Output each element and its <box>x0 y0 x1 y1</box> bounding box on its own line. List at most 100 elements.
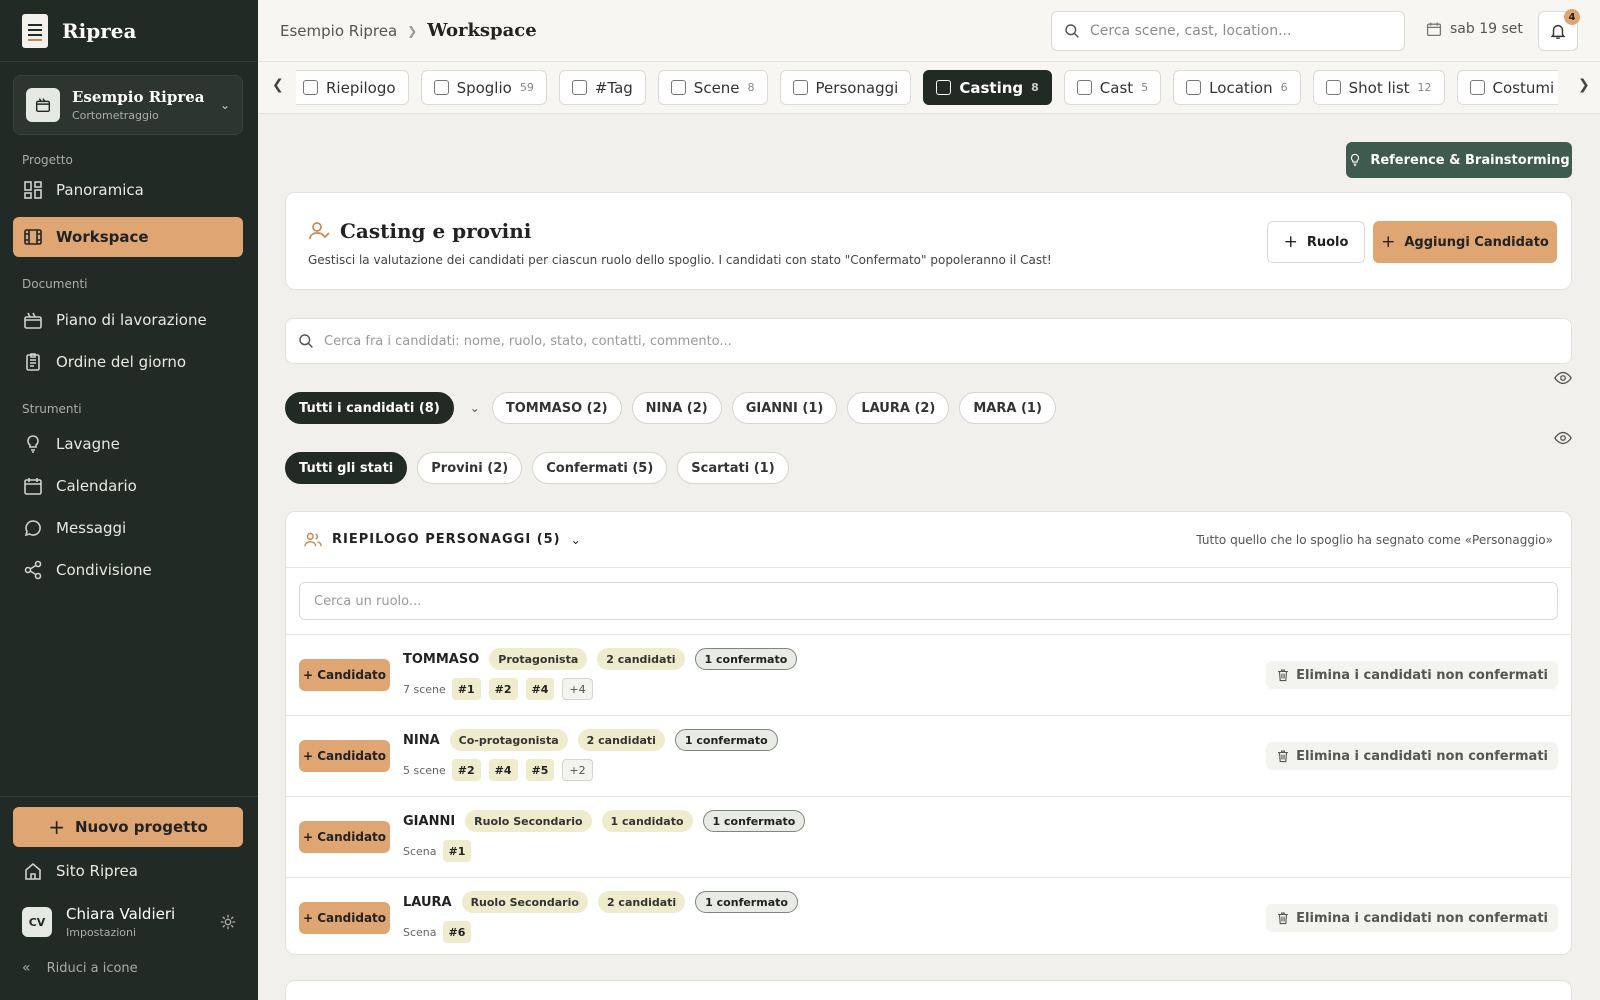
delete-unconfirmed-button[interactable]: Elimina i candidati non confermati <box>1266 742 1558 770</box>
chevron-right-icon[interactable]: ❯ <box>1578 77 1590 93</box>
status-filter-chip[interactable]: Provini (2) <box>417 452 523 484</box>
tab-scene[interactable]: Scene 8 <box>657 70 768 105</box>
role-filter-chip[interactable]: TOMMASO (2) <box>491 392 622 424</box>
tab-tag[interactable]: #Tag <box>558 70 646 105</box>
role-filter-chip[interactable]: LAURA (2) <box>847 392 950 424</box>
search-input[interactable] <box>1090 23 1380 39</box>
sidebar-item-workspace[interactable]: Workspace <box>13 217 243 257</box>
clapperboard-icon <box>26 88 60 122</box>
tab-count: 5 <box>1141 81 1149 94</box>
status-filter-chip[interactable]: Tutti gli stati <box>285 452 408 484</box>
role-row: + Candidato LAURA Ruolo Secondario 2 candid… <box>286 877 1571 954</box>
tab-spoglio[interactable]: Spoglio 59 <box>420 70 547 105</box>
summary-header[interactable]: RIEPILOGO PERSONAGGI (5) ⌄ Tutto quello … <box>286 512 1571 568</box>
date-text: sab 19 set <box>1450 21 1523 37</box>
add-role-button[interactable]: + Ruolo <box>1267 221 1365 263</box>
eye-icon[interactable] <box>1554 369 1572 387</box>
role-filter-chip[interactable]: MARA (1) <box>959 392 1056 424</box>
cast-icon <box>1076 80 1092 95</box>
tab-label: Casting <box>959 78 1024 97</box>
scene-tag[interactable]: #2 <box>488 678 518 700</box>
tab-casting[interactable]: Casting 8 <box>923 70 1052 105</box>
sidebar-item-label: Condivisione <box>56 561 152 579</box>
sidebar-item-panoramica[interactable]: Panoramica <box>13 170 243 210</box>
reference-brainstorming-button[interactable]: Reference & Brainstorming <box>1346 142 1572 178</box>
eye-icon[interactable] <box>1554 429 1572 447</box>
calendar-icon <box>1426 22 1442 37</box>
notifications-button[interactable]: 4 <box>1538 9 1580 51</box>
add-candidate-to-role-button[interactable]: + Candidato <box>299 740 390 772</box>
tab-cast[interactable]: Cast 5 <box>1063 70 1162 105</box>
sidebar-item-messaggi[interactable]: Messaggi <box>13 508 243 548</box>
delete-unconfirmed-button[interactable]: Elimina i candidati non confermati <box>1266 904 1558 932</box>
scene-count: Scena <box>403 925 437 939</box>
tab-costumi[interactable]: Costumi4 <box>1456 70 1558 105</box>
share-icon <box>24 560 42 580</box>
role-filter-chip[interactable]: Tutti i candidati (8) <box>285 392 454 424</box>
casting-title-row: Casting e provini <box>308 219 531 243</box>
role-scenes: 7 scene #1 #2 #4 +4 <box>403 678 601 700</box>
workspace-tabs: ❮ Riepilogo Spoglio 59 #Tag Scene 8 Personaggi… <box>258 62 1600 114</box>
status-filter-row: Tutti gli stati Provini (2) Confermati (5)… <box>285 452 799 484</box>
scene-tag[interactable]: #1 <box>451 678 481 700</box>
role-list: + Candidato TOMMASO Protagonista 2 candidat… <box>286 634 1571 954</box>
scene-count: 5 scene <box>403 763 446 777</box>
status-filter-chip[interactable]: Scartati (1) <box>677 452 789 484</box>
add-candidate-button[interactable]: + Aggiungi Candidato <box>1373 221 1557 263</box>
delete-unconfirmed-button[interactable]: Elimina i candidati non confermati <box>1266 661 1558 689</box>
section-label-tools: Strumenti <box>22 402 82 416</box>
tab-label: Costumi <box>1492 78 1555 97</box>
page-title: Workspace <box>427 20 537 41</box>
collapse-sidebar-button[interactable]: « Riduci a icone <box>22 960 138 976</box>
confirmed-badge: 1 confermato <box>674 729 778 751</box>
tab-shotlist[interactable]: Shot list 12 <box>1312 70 1445 105</box>
new-project-button[interactable]: + Nuovo progetto <box>13 807 243 847</box>
tab-label: #Tag <box>594 78 633 97</box>
role-row: + Candidato GIANNI Ruolo Secondario 1 candi… <box>286 796 1571 877</box>
scene-tag[interactable]: #4 <box>525 678 555 700</box>
brand[interactable]: Riprea <box>0 0 258 62</box>
role-row: + Candidato NINA Co-protagonista 2 candidat… <box>286 715 1571 796</box>
chevron-down-icon[interactable]: ⌄ <box>470 401 480 415</box>
scene-tag[interactable]: #4 <box>488 759 518 781</box>
add-candidate-to-role-button[interactable]: + Candidato <box>299 659 390 691</box>
gear-icon[interactable] <box>219 913 237 931</box>
sidebar-item-calendario[interactable]: Calendario <box>13 466 243 506</box>
sidebar-item-sito[interactable]: Sito Riprea <box>13 851 243 891</box>
add-candidate-to-role-button[interactable]: + Candidato <box>299 821 390 853</box>
more-scenes-tag[interactable]: +2 <box>562 759 593 781</box>
scene-tag[interactable]: #2 <box>451 759 481 781</box>
shotlist-icon <box>1325 80 1341 95</box>
chevron-right-icon: ❯ <box>407 23 418 38</box>
sidebar-item-lavagne[interactable]: Lavagne <box>13 424 243 464</box>
role-search-input[interactable] <box>314 593 1414 609</box>
more-scenes-tag[interactable]: +4 <box>562 678 593 700</box>
notification-count: 4 <box>1564 9 1580 25</box>
sidebar-item-label: Calendario <box>56 477 137 495</box>
topbar: Esempio Riprea ❯ Workspace sab 19 set 4 <box>258 0 1600 62</box>
casting-header-card: Casting e provini Gestisci la valutazion… <box>285 192 1572 290</box>
scene-tag[interactable]: #6 <box>442 921 472 943</box>
sidebar-item-piano[interactable]: Piano di lavorazione <box>13 300 243 340</box>
project-switcher[interactable]: Esempio Riprea Cortometraggio ⌄ <box>13 75 243 135</box>
tab-riepilogo[interactable]: Riepilogo <box>296 70 409 105</box>
grid-icon <box>24 181 42 199</box>
tab-count: 8 <box>1031 81 1039 94</box>
user-check-icon <box>309 222 330 240</box>
candidate-search-input[interactable] <box>324 333 1324 349</box>
tab-personaggi[interactable]: Personaggi <box>779 70 912 105</box>
tab-label: Cast <box>1099 78 1134 97</box>
sidebar-item-ordine[interactable]: Ordine del giorno <box>13 342 243 382</box>
chevron-left-icon[interactable]: ❮ <box>272 77 284 93</box>
add-candidate-to-role-button[interactable]: + Candidato <box>299 902 390 934</box>
role-filter-chip[interactable]: GIANNI (1) <box>731 392 838 424</box>
tab-location[interactable]: Location 6 <box>1173 70 1301 105</box>
role-filter-chip[interactable]: NINA (2) <box>631 392 722 424</box>
scene-tag[interactable]: #5 <box>525 759 555 781</box>
status-filter-chip[interactable]: Confermati (5) <box>532 452 668 484</box>
sidebar-item-condivisione[interactable]: Condivisione <box>13 550 243 590</box>
scene-tag[interactable]: #1 <box>442 840 472 862</box>
breadcrumb-project[interactable]: Esempio Riprea <box>280 22 397 40</box>
user-profile[interactable]: CV Chiara Valdieri Impostazioni <box>13 900 243 944</box>
trash-icon <box>1278 912 1289 925</box>
